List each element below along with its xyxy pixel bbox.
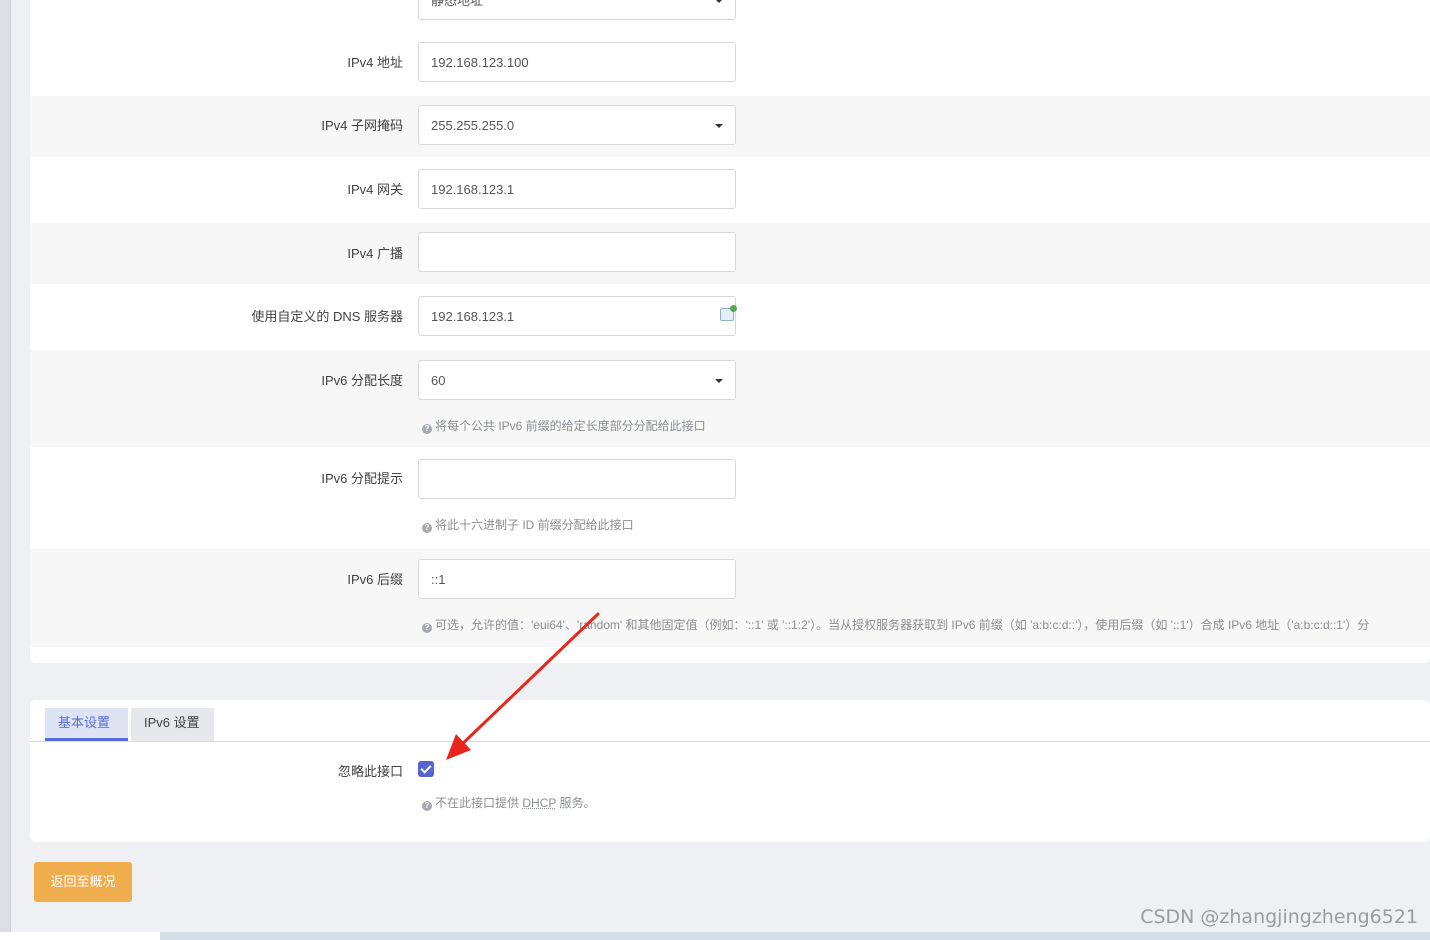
chevron-down-icon xyxy=(715,0,723,3)
tab-basic-settings[interactable]: 基本设置 xyxy=(45,708,128,741)
form-row-protocol: 静态地址 xyxy=(30,0,1430,30)
interface-settings-panel: 静态地址 IPv4 地址 192.168.123.100 IPv4 子网掩码 2… xyxy=(30,0,1430,663)
help-suffix: 服务。 xyxy=(559,796,596,810)
field-label: IPv6 分配长度 xyxy=(321,373,403,388)
field-label: 使用自定义的 DNS 服务器 xyxy=(251,309,403,324)
ipv6-assign-hint-input[interactable] xyxy=(418,459,736,499)
form-row-ipv4-broadcast: IPv4 广播 xyxy=(30,223,1430,284)
field-label: IPv6 后缀 xyxy=(347,572,403,587)
dhcp-server-panel: 基本设置 IPv6 设置 忽略此接口 ? 不在此接口提供 DHCP 服务。 xyxy=(30,700,1430,842)
question-circle-icon: ? xyxy=(422,801,432,811)
ipv6-suffix-input[interactable]: ::1 xyxy=(418,559,736,599)
dns-server-input[interactable]: 192.168.123.1 xyxy=(418,296,736,336)
tab-divider xyxy=(30,741,1430,742)
help-message: 将每个公共 IPv6 前缀的给定长度部分分配给此接口 xyxy=(435,419,706,433)
tab-ipv6-settings[interactable]: IPv6 设置 xyxy=(131,708,214,741)
chevron-down-icon xyxy=(715,379,723,383)
protocol-value: 静态地址 xyxy=(431,0,484,8)
form-row-ipv4-address: IPv4 地址 192.168.123.100 xyxy=(30,30,1430,96)
field-label: IPv4 网关 xyxy=(347,182,403,197)
question-circle-icon: ? xyxy=(422,523,432,533)
form-row-ipv6-assign-length: IPv6 分配长度 60 ? 将每个公共 IPv6 前缀的给定长度部分分配给此接口 xyxy=(30,350,1430,447)
watermark: CSDN @zhangjingzheng6521 xyxy=(1140,906,1418,928)
question-circle-icon: ? xyxy=(422,424,432,434)
field-label: IPv4 广播 xyxy=(347,246,403,261)
help-text: ? 不在此接口提供 DHCP 服务。 xyxy=(422,794,596,811)
help-prefix: 不在此接口提供 xyxy=(435,796,520,810)
ipv4-broadcast-input[interactable] xyxy=(418,232,736,272)
help-text: ? 可选，允许的值：'eui64'、'random' 和其他固定值（例如：'::1… xyxy=(422,616,1369,633)
taskbar-strip xyxy=(0,932,1430,940)
ipv6-assign-length-select[interactable]: 60 xyxy=(418,360,736,400)
protocol-select[interactable]: 静态地址 xyxy=(418,0,736,20)
left-edge xyxy=(0,0,11,940)
help-message: 可选，允许的值：'eui64'、'random' 和其他固定值（例如：'::1'… xyxy=(435,618,1370,632)
assign-length-value: 60 xyxy=(431,373,446,388)
back-to-overview-button[interactable]: 返回至概况 xyxy=(34,862,132,902)
add-dns-icon[interactable] xyxy=(720,305,737,321)
field-label: IPv4 地址 xyxy=(347,55,403,70)
help-message: 将此十六进制子 ID 前缀分配给此接口 xyxy=(435,518,634,532)
field-label: IPv6 分配提示 xyxy=(321,471,403,486)
form-row-ipv6-assign-hint: IPv6 分配提示 ? 将此十六进制子 ID 前缀分配给此接口 xyxy=(30,447,1430,549)
chevron-down-icon xyxy=(715,124,723,128)
form-row-ipv4-gateway: IPv4 网关 192.168.123.1 xyxy=(30,157,1430,223)
ignore-interface-label: 忽略此接口 xyxy=(337,764,403,779)
form-row-ipv6-suffix: IPv6 后缀 ::1 ? 可选，允许的值：'eui64'、'random' 和其… xyxy=(30,549,1430,647)
ipv4-gateway-input[interactable]: 192.168.123.1 xyxy=(418,169,736,209)
help-text: ? 将此十六进制子 ID 前缀分配给此接口 xyxy=(422,516,634,533)
ipv4-netmask-select[interactable]: 255.255.255.0 xyxy=(418,105,736,145)
question-circle-icon: ? xyxy=(422,623,432,633)
field-label: IPv4 子网掩码 xyxy=(321,118,403,133)
dhcp-abbr: DHCP xyxy=(522,796,557,810)
ignore-interface-checkbox[interactable] xyxy=(418,761,434,777)
ipv4-address-input[interactable]: 192.168.123.100 xyxy=(418,42,736,82)
form-row-ipv4-netmask: IPv4 子网掩码 255.255.255.0 xyxy=(30,96,1430,157)
help-text: ? 将每个公共 IPv6 前缀的给定长度部分分配给此接口 xyxy=(422,417,706,434)
netmask-value: 255.255.255.0 xyxy=(431,118,515,133)
